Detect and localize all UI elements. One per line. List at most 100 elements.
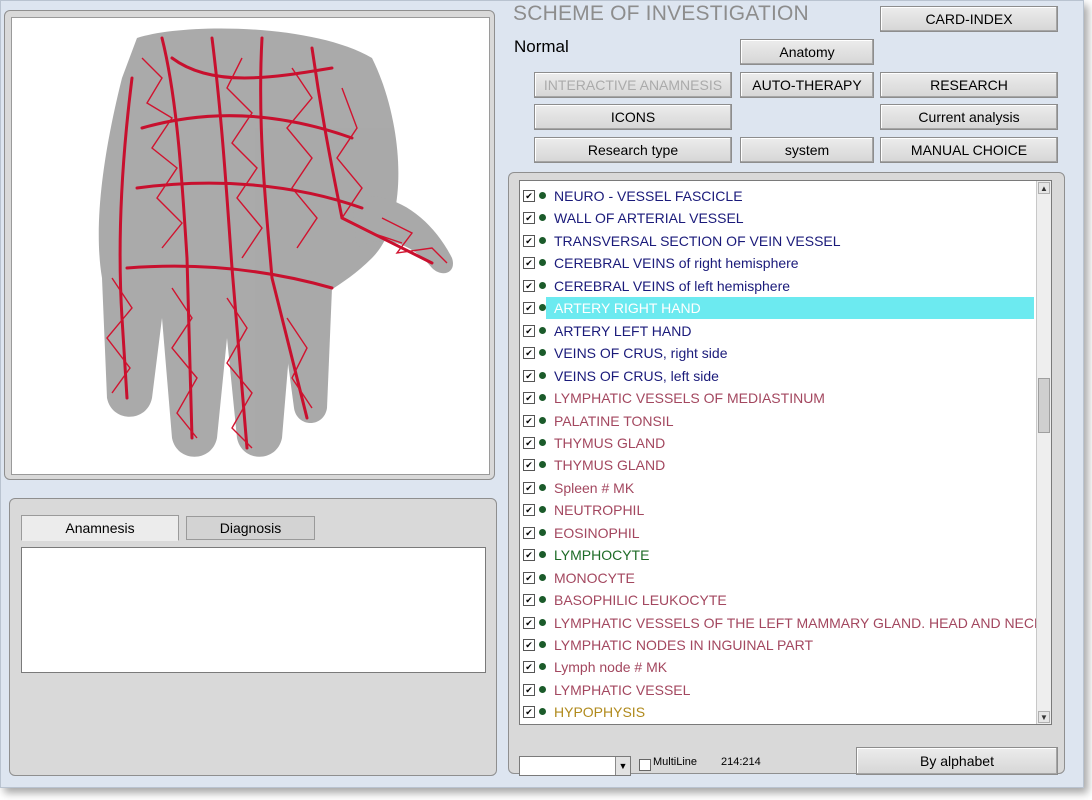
list-scrollbar[interactable]: ▲ ▼ [1036,181,1051,724]
list-item[interactable]: ✔ LYMPHATIC VESSELS OF MEDIASTINUM [520,387,1040,409]
anamnesis-panel: Anamnesis Diagnosis [9,498,497,776]
list-item[interactable]: ✔ LYMPHATIC VESSEL [520,679,1040,701]
list-item-label: NEUTROPHIL [554,502,645,519]
status-dot-icon [539,371,546,379]
checkmark-icon[interactable]: ✔ [523,639,535,651]
system-button[interactable]: system [740,137,874,163]
tab-anamnesis[interactable]: Anamnesis [21,515,179,541]
list-item[interactable]: ✔ LYMPHATIC VESSELS OF THE LEFT MAMMARY G… [520,612,1043,634]
research-type-button[interactable]: Research type [534,137,732,163]
anatomy-image [11,17,490,475]
checkmark-icon[interactable]: ✔ [523,706,535,719]
checkmark-icon[interactable]: ✔ [523,257,535,270]
icons-button[interactable]: ICONS [534,104,732,130]
checkmark-icon[interactable]: ✔ [523,347,535,360]
card-index-button[interactable]: CARD-INDEX [880,6,1058,32]
triangle-down-icon[interactable]: ▼ [1038,711,1050,723]
filter-combo[interactable]: ▼ [519,756,631,776]
status-dot-icon [539,641,546,648]
list-item[interactable]: ✔ LYMPHOCYTE [520,544,1040,566]
status-dot-icon [539,438,546,446]
status-dot-icon [539,528,546,536]
anamnesis-text-area[interactable] [21,547,486,673]
checkmark-icon[interactable]: ✔ [523,414,535,427]
list-item-label: EOSINOPHIL [554,524,640,541]
list-item[interactable]: ✔ THYMUS GLAND [520,432,1040,454]
checkmark-icon[interactable]: ✔ [523,594,535,607]
list-item-label: HYPOPHYSIS [554,704,646,721]
list-item[interactable]: ✔ LYMPHATIC NODES IN INGUINAL PART [520,634,1040,656]
checkmark-icon[interactable]: ✔ [523,683,535,696]
checkmark-icon[interactable]: ✔ [523,369,535,382]
multiline-label: MultiLine [653,756,698,768]
status-dot-icon [539,236,546,244]
checkmark-icon[interactable]: ✔ [523,459,535,472]
list-item[interactable]: ✔ MONOCYTE [520,567,1040,589]
checkmark-icon[interactable]: ✔ [523,549,535,562]
list-item[interactable]: ✔ ARTERY LEFT HAND [520,320,1040,342]
list-item[interactable]: ✔ PALATINE TONSIL [520,410,1040,432]
triangle-down-icon[interactable]: ▼ [615,757,630,775]
list-item[interactable]: ✔ NEUTROPHIL [520,499,1040,521]
list-item[interactable]: ✔ BASOPHILIC LEUKOCYTE [520,589,1040,611]
checkmark-icon[interactable]: ✔ [523,436,535,449]
status-dot-icon [539,304,546,312]
status-dot-icon [539,506,546,514]
list-item[interactable]: ✔ THYMUS GLAND [520,454,1040,476]
list-item-label: WALL OF ARTERIAL VESSEL [554,210,744,227]
list-item[interactable]: ✔ ARTERY RIGHT HAND [520,297,1040,320]
tab-diagnosis[interactable]: Diagnosis [186,516,315,540]
manual-choice-button[interactable]: MANUAL CHOICE [880,137,1058,163]
status-dot-icon [539,192,546,199]
list-item-label: ARTERY LEFT HAND [554,322,692,339]
list-item[interactable]: ✔ Spleen # MK [520,477,1040,499]
list-item-label: VEINS OF CRUS, right side [554,345,728,362]
list-item[interactable]: ✔ CEREBRAL VEINS of right hemisphere [520,252,1040,274]
list-item-label: NEURO - VESSEL FASCICLE [554,188,743,204]
scrollbar-thumb[interactable] [1038,378,1050,433]
checkmark-icon[interactable]: ✔ [523,392,535,405]
interactive-anamnesis-button[interactable]: INTERACTIVE ANAMNESIS [534,72,732,98]
list-item[interactable]: ✔ CEREBRAL VEINS of left hemisphere [520,275,1040,297]
triangle-up-icon[interactable]: ▲ [1038,182,1050,194]
page-title: SCHEME OF INVESTIGATION [513,2,809,25]
auto-therapy-button[interactable]: AUTO-THERAPY [740,72,874,98]
checkmark-icon[interactable]: ✔ [523,504,535,517]
status-dot-icon [539,551,546,559]
list-item[interactable]: ✔ TRANSVERSAL SECTION OF VEIN VESSEL [520,230,1040,252]
checkmark-icon[interactable]: ✔ [523,526,535,539]
list-item-label: LYMPHATIC VESSEL [554,681,691,698]
list-item-label: LYMPHATIC VESSELS OF MEDIASTINUM [554,390,825,407]
current-analysis-button[interactable]: Current analysis [880,104,1058,130]
checkmark-icon[interactable]: ✔ [523,234,535,247]
checkmark-icon[interactable]: ✔ [523,279,535,292]
anatomy-button[interactable]: Anatomy [740,39,874,65]
list-item[interactable]: ✔ Lymph node # MK [520,656,1040,678]
status-dot-icon [539,685,546,693]
checkmark-icon[interactable]: ✔ [523,212,535,225]
list-item[interactable]: ✔ NEURO - VESSEL FASCICLE [520,185,1040,207]
list-item[interactable]: ✔ VEINS OF CRUS, left side [520,365,1040,387]
checkmark-icon[interactable]: ✔ [523,616,535,629]
by-alphabet-button[interactable]: By alphabet [856,747,1058,775]
status-dot-icon [539,259,546,267]
status-dot-icon [539,416,546,424]
status-dot-icon [539,573,546,581]
hand-vessel-illustration [98,28,453,457]
multiline-checkbox[interactable] [639,759,651,771]
list-item[interactable]: ✔ HYPOPHYSIS [520,701,1040,723]
list-item[interactable]: ✔ EOSINOPHIL [520,522,1040,544]
status-dot-icon [539,214,546,222]
list-item-label: PALATINE TONSIL [554,412,674,429]
checkmark-icon[interactable]: ✔ [523,324,535,337]
checkmark-icon[interactable]: ✔ [523,661,535,674]
checkmark-icon[interactable]: ✔ [523,481,535,494]
image-panel [4,10,495,480]
checkmark-icon[interactable]: ✔ [523,571,535,584]
list-item[interactable]: ✔ VEINS OF CRUS, right side [520,342,1040,364]
list-item[interactable]: ✔ WALL OF ARTERIAL VESSEL [520,207,1040,229]
checkmark-icon[interactable]: ✔ [523,190,535,202]
investigation-list[interactable]: ✔ NEURO - VESSEL FASCICLE ✔ WALL OF ARTERIA… [519,180,1052,725]
research-button[interactable]: RESEARCH [880,72,1058,98]
checkmark-icon[interactable]: ✔ [523,302,535,315]
